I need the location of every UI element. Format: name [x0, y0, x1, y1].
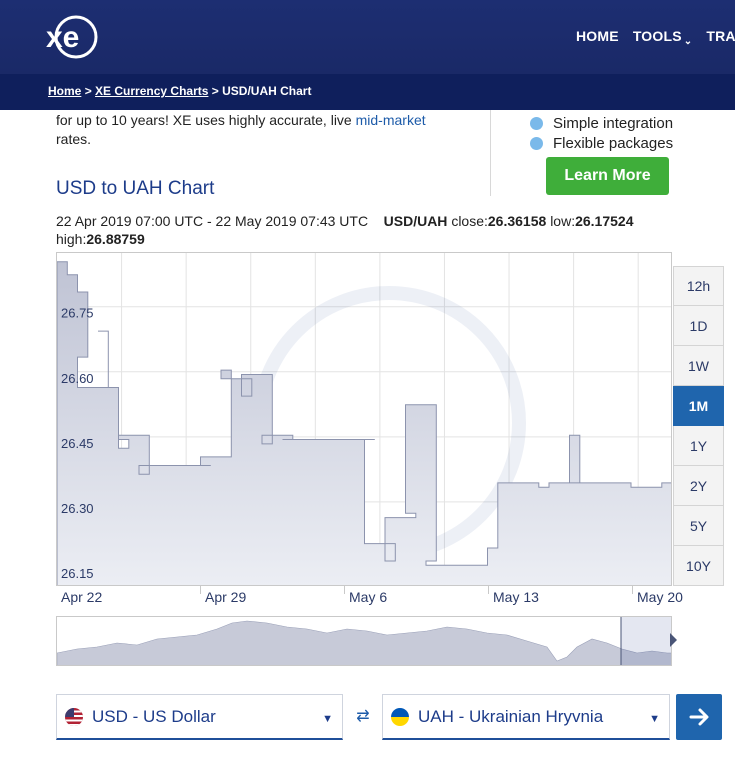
range-selector: 12h 1D 1W 1M 1Y 2Y 5Y 10Y	[673, 266, 724, 586]
dropdown-caret-icon: ▼	[322, 713, 333, 725]
breadcrumb-charts[interactable]: XE Currency Charts	[95, 84, 208, 98]
convert-button[interactable]	[676, 694, 722, 740]
breadcrumb-separator: >	[211, 84, 219, 98]
range-1w-button[interactable]: 1W	[673, 346, 724, 386]
features-list: Simple integration Flexible packages	[530, 113, 673, 153]
range-1m-button[interactable]: 1M	[673, 386, 724, 426]
x-tick-mark	[632, 586, 633, 594]
from-currency-select[interactable]: USD - US Dollar ▼	[56, 694, 343, 740]
chart-plot: 26.75 26.60 26.45 26.30 26.15	[57, 253, 671, 585]
divider	[490, 110, 491, 196]
feature-item: Simple integration	[530, 113, 673, 133]
x-tick-label: May 20	[637, 589, 683, 605]
to-currency-select[interactable]: UAH - Ukrainian Hryvnia ▼	[382, 694, 670, 740]
x-tick-label: May 6	[349, 589, 388, 605]
high-label: high:	[56, 231, 87, 247]
breadcrumb-home[interactable]: Home	[48, 84, 81, 98]
learn-more-button[interactable]: Learn More	[546, 157, 669, 195]
range-5y-button[interactable]: 5Y	[673, 506, 724, 546]
nav-transfer[interactable]: TRAN	[706, 28, 735, 44]
nav-home[interactable]: HOME	[576, 28, 619, 44]
range-10y-button[interactable]: 10Y	[673, 546, 724, 586]
y-tick-label: 26.30	[61, 501, 94, 516]
date-range: 22 Apr 2019 07:00 UTC - 22 May 2019 07:4…	[56, 213, 369, 229]
range-1y-button[interactable]: 1Y	[673, 426, 724, 466]
rate-chart[interactable]: 26.75 26.60 26.45 26.30 26.15	[56, 252, 672, 586]
from-currency-label: USD - US Dollar	[92, 706, 216, 726]
swap-currencies-icon[interactable]: ⇄	[352, 706, 374, 728]
x-tick-label: May 13	[493, 589, 539, 605]
chart-navigator[interactable]	[56, 616, 672, 666]
chart-summary: 22 Apr 2019 07:00 UTC - 22 May 2019 07:4…	[56, 212, 676, 248]
breadcrumb-separator: >	[84, 84, 92, 98]
navigator-plot	[57, 617, 672, 666]
intro-text-end: rates.	[56, 131, 92, 147]
intro-text-start: for up to 10 years! XE uses highly accur…	[56, 112, 356, 128]
svg-text:xe: xe	[46, 21, 79, 54]
close-value: 26.36158	[487, 213, 547, 229]
range-1d-button[interactable]: 1D	[673, 306, 724, 346]
top-header: xe HOME TOOLS⌄ TRAN	[0, 0, 735, 74]
low-label: low:	[550, 213, 576, 229]
x-tick-mark	[488, 586, 489, 594]
y-tick-label: 26.45	[61, 436, 94, 451]
low-value: 26.17524	[575, 213, 634, 229]
range-12h-button[interactable]: 12h	[673, 266, 724, 306]
navigator-right-handle[interactable]	[670, 633, 677, 647]
nav-tools[interactable]: TOOLS ⌄	[632, 28, 693, 47]
us-flag-icon	[65, 707, 83, 726]
arrow-right-icon	[689, 708, 709, 726]
xe-logo[interactable]: xe	[40, 14, 98, 60]
x-tick-label: Apr 22	[61, 589, 103, 605]
main-nav: HOME TOOLS⌄ TRAN	[576, 28, 735, 47]
feature-label: Flexible packages	[553, 134, 674, 152]
nav-tools-label: TOOLS	[632, 28, 682, 44]
x-axis: Apr 22 Apr 29 May 6 May 13 May 20	[56, 586, 683, 608]
y-tick-label: 26.75	[61, 306, 94, 321]
navigator-window[interactable]	[621, 617, 672, 666]
x-tick-mark	[344, 586, 345, 594]
intro-text: for up to 10 years! XE uses highly accur…	[56, 111, 456, 149]
bullet-icon	[530, 136, 543, 150]
close-label: close:	[451, 213, 488, 229]
range-2y-button[interactable]: 2Y	[673, 466, 724, 506]
dropdown-caret-icon: ▼	[649, 713, 660, 725]
chart-title: USD to UAH Chart	[56, 178, 215, 199]
x-tick-label: Apr 29	[205, 589, 247, 605]
ua-flag-icon	[391, 707, 409, 726]
to-currency-label: UAH - Ukrainian Hryvnia	[418, 706, 604, 726]
y-tick-label: 26.15	[61, 566, 94, 581]
breadcrumb-current: USD/UAH Chart	[222, 84, 312, 98]
rate-area	[57, 261, 671, 585]
y-tick-label: 26.60	[61, 371, 94, 386]
bullet-icon	[530, 116, 543, 130]
x-tick-mark	[200, 586, 201, 594]
mid-market-link[interactable]: mid-market	[356, 112, 426, 128]
breadcrumb: Home > XE Currency Charts > USD/UAH Char…	[48, 84, 311, 98]
chevron-down-icon: ⌄	[683, 36, 693, 47]
pair-label: USD/UAH	[383, 213, 448, 229]
feature-label: Simple integration	[553, 114, 674, 132]
feature-item: Flexible packages	[530, 133, 673, 153]
navigator-area	[57, 620, 671, 665]
high-value: 26.88759	[86, 231, 145, 247]
